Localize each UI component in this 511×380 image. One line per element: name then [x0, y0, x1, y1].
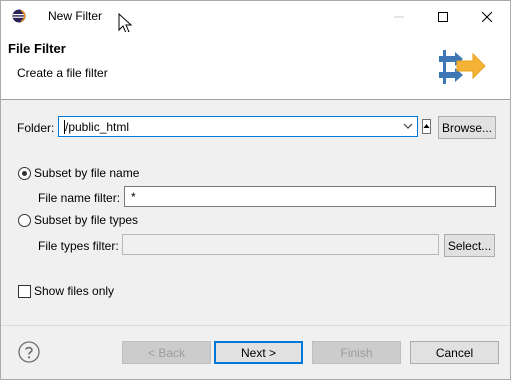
- subset-by-name-label: Subset by file name: [34, 166, 140, 180]
- show-files-only-label: Show files only: [34, 284, 115, 298]
- maximize-button[interactable]: [421, 1, 465, 32]
- close-icon: [482, 11, 492, 22]
- folder-value: /public_html: [65, 120, 130, 134]
- file-name-filter-input[interactable]: *: [124, 186, 496, 207]
- wizard-header: File Filter Create a file filter: [1, 32, 510, 100]
- folder-label: Folder:: [17, 121, 55, 135]
- window-title: New Filter: [48, 9, 103, 23]
- folder-scroll-button[interactable]: [422, 119, 431, 134]
- folder-combo[interactable]: /public_html: [58, 116, 418, 137]
- help-icon[interactable]: [18, 341, 40, 363]
- wizard-banner-icon: [439, 50, 486, 84]
- maximize-icon: [438, 11, 448, 22]
- back-button[interactable]: < Back: [122, 341, 211, 364]
- finish-button[interactable]: Finish: [312, 341, 401, 364]
- subset-by-name-radio[interactable]: [18, 167, 31, 180]
- minimize-icon: [394, 16, 404, 17]
- file-types-filter-input[interactable]: [122, 234, 439, 255]
- up-arrow-icon: [423, 124, 430, 128]
- footer-divider: [1, 325, 510, 326]
- file-types-filter-label: File types filter:: [38, 239, 119, 253]
- eclipse-app-icon: [12, 9, 26, 23]
- browse-button[interactable]: Browse...: [438, 116, 496, 139]
- dropdown-arrow-icon[interactable]: [402, 120, 414, 132]
- new-filter-dialog: New Filter File Filter Create a file fil…: [0, 0, 511, 380]
- next-button[interactable]: Next >: [214, 341, 303, 364]
- close-button[interactable]: [465, 1, 509, 32]
- select-button[interactable]: Select...: [444, 234, 495, 257]
- subset-by-types-label: Subset by file types: [34, 213, 139, 227]
- subset-by-types-radio[interactable]: [18, 214, 31, 227]
- show-files-only-checkbox[interactable]: [18, 285, 31, 298]
- page-title: File Filter: [8, 41, 66, 56]
- title-bar: New Filter: [1, 1, 510, 34]
- radio-selected-dot: [22, 171, 27, 176]
- minimize-button[interactable]: [377, 1, 421, 32]
- cancel-button[interactable]: Cancel: [410, 341, 499, 364]
- file-name-filter-value: *: [131, 190, 136, 204]
- page-description: Create a file filter: [17, 66, 108, 80]
- file-name-filter-label: File name filter:: [38, 191, 121, 205]
